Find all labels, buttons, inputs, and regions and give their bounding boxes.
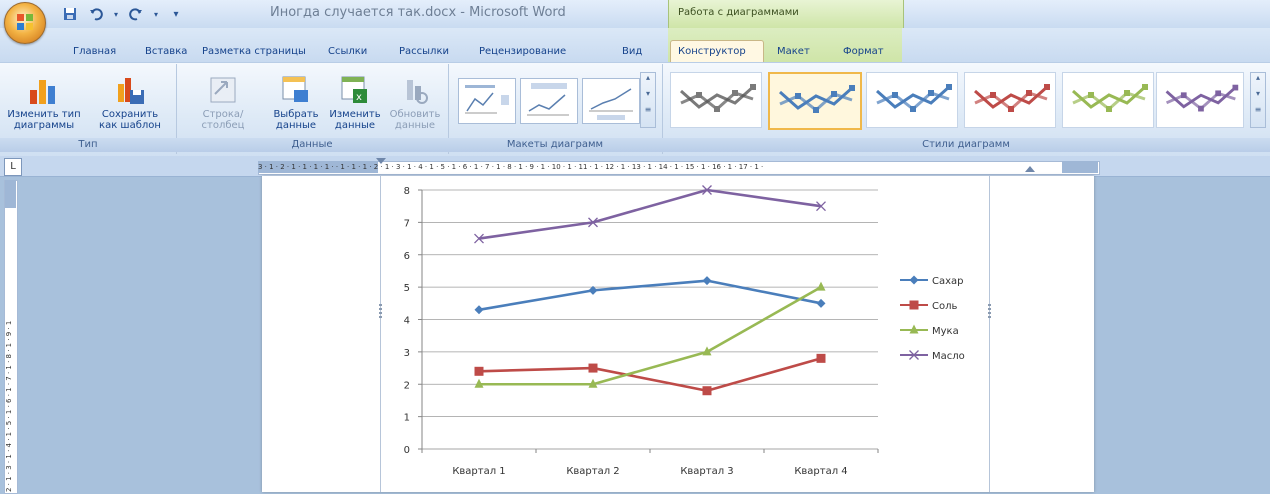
customize-icon[interactable]: ▾ bbox=[166, 5, 186, 23]
styles-scroll[interactable]: ▴ ▾ ≡ bbox=[1250, 72, 1266, 128]
select-data-icon bbox=[280, 74, 312, 106]
switch-row-column-button[interactable]: Строка/столбец bbox=[182, 74, 264, 131]
chevron-down-icon[interactable]: ▾ bbox=[152, 5, 160, 23]
redo-icon[interactable] bbox=[126, 5, 146, 23]
more-icon[interactable]: ≡ bbox=[1251, 105, 1265, 121]
refresh-data-icon bbox=[399, 74, 431, 106]
x-tick-label: Квартал 2 bbox=[566, 466, 619, 477]
legend-label: Соль bbox=[932, 301, 957, 312]
tab-mailings[interactable]: Рассылки bbox=[399, 46, 449, 57]
select-data-button[interactable]: Выбрать данные bbox=[268, 74, 324, 131]
legend-label: Сахар bbox=[932, 276, 964, 287]
resize-handle-right[interactable] bbox=[988, 304, 991, 318]
x-tick-label: Квартал 3 bbox=[680, 466, 733, 477]
data-point bbox=[588, 363, 598, 373]
y-tick-label: 0 bbox=[404, 445, 410, 456]
chart-styles-group-label: Стили диаграмм bbox=[662, 138, 1270, 152]
data-point bbox=[474, 305, 484, 315]
chevron-up-icon[interactable]: ▴ bbox=[641, 73, 655, 89]
change-chart-type-button[interactable]: Изменить тип диаграммы bbox=[4, 74, 84, 131]
title-bar bbox=[0, 0, 1270, 29]
data-point bbox=[816, 298, 826, 308]
layouts-scroll[interactable]: ▴ ▾ ≡ bbox=[640, 72, 656, 128]
switch-row-column-icon bbox=[207, 74, 239, 106]
chart-layouts-group-label: Макеты диаграмм bbox=[448, 138, 662, 152]
series-line bbox=[478, 188, 822, 240]
tab-review[interactable]: Рецензирование bbox=[479, 46, 566, 57]
data-point bbox=[909, 300, 919, 310]
svg-text:x: x bbox=[356, 92, 362, 103]
chevron-down-icon[interactable]: ▾ bbox=[112, 5, 120, 23]
refresh-data-button[interactable]: Обновить данные bbox=[386, 74, 444, 131]
chart-style-4[interactable] bbox=[964, 72, 1056, 128]
office-button[interactable] bbox=[4, 2, 46, 44]
tab-home[interactable]: Главная bbox=[73, 46, 116, 57]
chevron-down-icon[interactable]: ▾ bbox=[641, 89, 655, 105]
line-chart[interactable]: 0 1 2 3 4 5 6 7 8 Квартал 1 Квартал 2 Квартал 3 Квар… bbox=[382, 176, 986, 492]
data-point bbox=[909, 275, 919, 285]
data-point bbox=[474, 366, 484, 376]
tab-layout[interactable]: Макет bbox=[777, 46, 810, 57]
data-group: Строка/столбец Выбрать данные x Изменить… bbox=[176, 64, 449, 154]
vertical-ruler-ticks: 2 · 1 · 3 · 1 · 4 · 1 · 5 · 1 · 6 · 1 · … bbox=[5, 320, 13, 492]
chevron-down-icon[interactable]: ▾ bbox=[1251, 89, 1265, 105]
legend-label: Мука bbox=[932, 326, 959, 337]
y-tick-label: 6 bbox=[404, 251, 410, 262]
data-group-label: Данные bbox=[176, 138, 448, 152]
chart-style-5[interactable] bbox=[1062, 72, 1154, 128]
y-tick-label: 7 bbox=[404, 218, 410, 229]
tab-view[interactable]: Вид bbox=[622, 46, 642, 57]
data-point bbox=[702, 276, 712, 286]
undo-icon[interactable] bbox=[86, 5, 106, 23]
quick-access-toolbar: ▾ ▾ ▾ bbox=[60, 4, 186, 24]
save-template-icon bbox=[114, 74, 146, 106]
tab-design[interactable]: Конструктор bbox=[678, 46, 746, 57]
y-tick-label: 5 bbox=[404, 283, 410, 294]
chart-layout-1[interactable] bbox=[458, 78, 516, 124]
save-as-template-button[interactable]: Сохранить как шаблон bbox=[90, 74, 170, 131]
x-tick-label: Квартал 1 bbox=[452, 466, 505, 477]
chart-style-1[interactable] bbox=[670, 72, 762, 128]
y-tick-label: 3 bbox=[404, 348, 410, 359]
document-title: Иногда случается так.docx - Microsoft Wo… bbox=[270, 5, 566, 20]
tab-page-layout[interactable]: Разметка страницы bbox=[202, 46, 306, 57]
chart-style-2[interactable] bbox=[768, 72, 862, 130]
type-group-label: Тип bbox=[0, 138, 176, 152]
data-point bbox=[816, 353, 826, 363]
y-tick-label: 4 bbox=[404, 316, 410, 327]
chart-layout-2[interactable] bbox=[520, 78, 578, 124]
chevron-up-icon[interactable]: ▴ bbox=[1251, 73, 1265, 89]
right-indent-marker[interactable] bbox=[1025, 166, 1035, 172]
tab-insert[interactable]: Вставка bbox=[145, 46, 187, 57]
chart-style-6[interactable] bbox=[1156, 72, 1244, 128]
chart-tools-title: Работа с диаграммами bbox=[678, 7, 799, 18]
edit-data-icon: x bbox=[339, 74, 371, 106]
more-icon[interactable]: ≡ bbox=[641, 105, 655, 121]
series-line bbox=[478, 279, 822, 312]
edit-data-button[interactable]: x Изменить данные bbox=[326, 74, 384, 131]
data-point bbox=[816, 281, 826, 291]
office-logo-icon bbox=[17, 14, 33, 30]
type-group: Изменить тип диаграммы Сохранить как шаб… bbox=[0, 64, 177, 154]
tab-stop-selector[interactable]: L bbox=[4, 158, 22, 176]
y-tick-label: 8 bbox=[404, 186, 410, 197]
series-line bbox=[478, 357, 822, 393]
change-chart-type-icon bbox=[28, 74, 60, 106]
data-point bbox=[702, 386, 712, 396]
first-line-indent-marker[interactable] bbox=[376, 158, 386, 164]
x-tick-label: Квартал 4 bbox=[794, 466, 847, 477]
save-icon[interactable] bbox=[60, 5, 80, 23]
tab-references[interactable]: Ссылки bbox=[328, 46, 367, 57]
chart-layout-3[interactable] bbox=[582, 78, 640, 124]
y-tick-label: 2 bbox=[404, 380, 410, 391]
legend-label: Масло bbox=[932, 351, 965, 362]
tab-format[interactable]: Формат bbox=[843, 46, 884, 57]
y-tick-label: 1 bbox=[404, 413, 410, 424]
chart-style-3[interactable] bbox=[866, 72, 958, 128]
